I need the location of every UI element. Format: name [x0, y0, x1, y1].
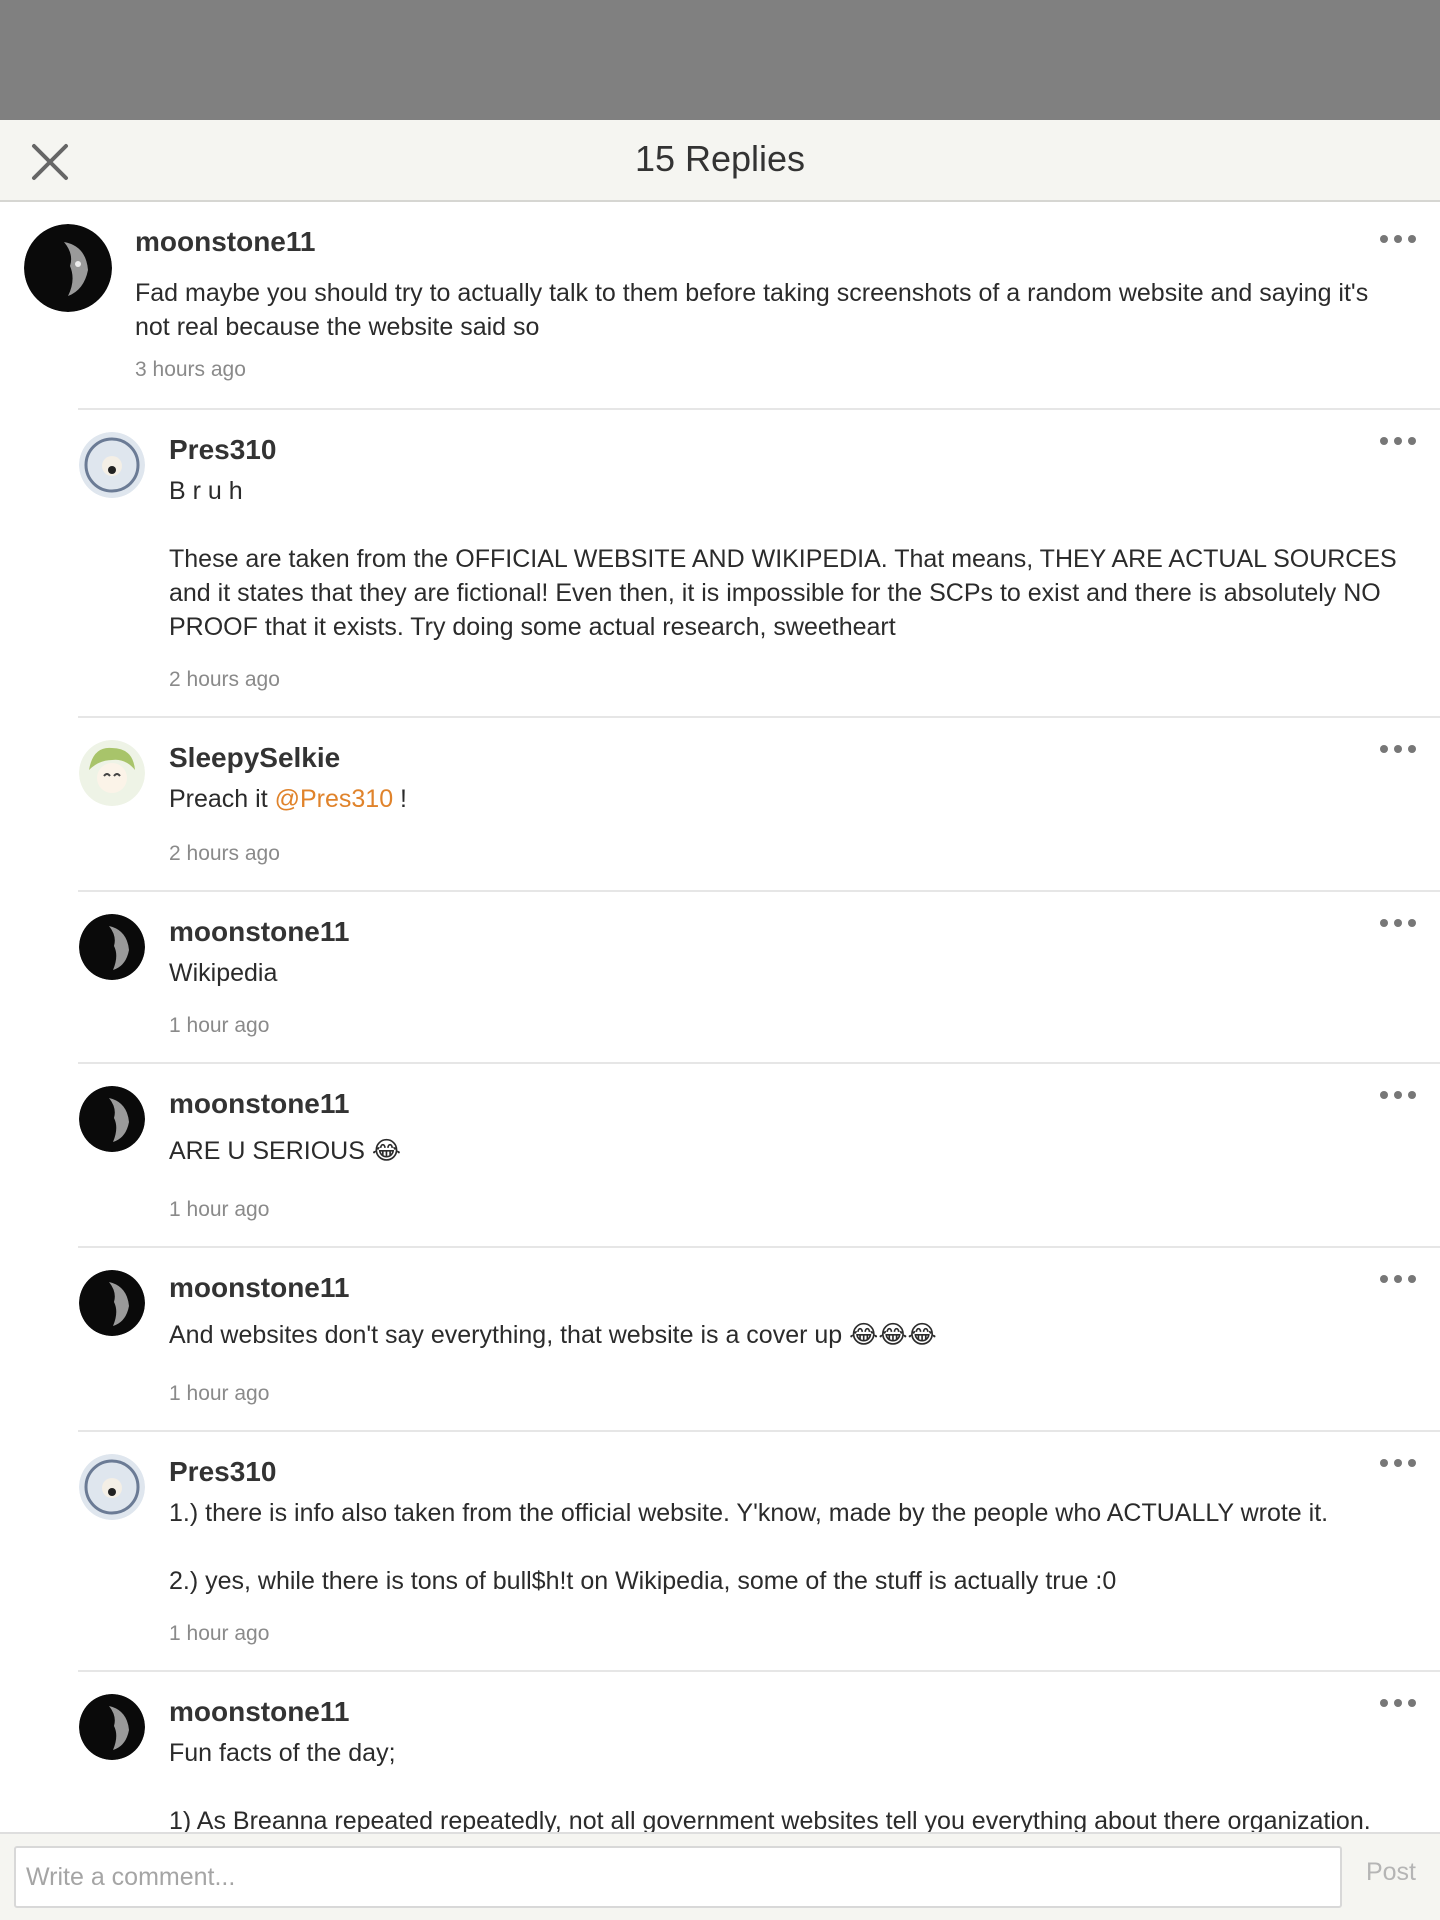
comment-timestamp: 1 hour ago [169, 1382, 270, 1405]
comment-input[interactable] [14, 1846, 1342, 1908]
avatar[interactable] [79, 1694, 145, 1760]
more-options-icon[interactable] [1378, 1696, 1418, 1708]
comment-username[interactable]: moonstone11 [135, 226, 315, 258]
comment-text-part: ! [393, 785, 408, 813]
reply-item: Pres310 B r u h These are taken from the… [0, 410, 1440, 716]
more-options-icon[interactable] [1378, 1088, 1418, 1100]
comment-timestamp: 2 hours ago [169, 668, 280, 691]
replies-header: 15 Replies [0, 120, 1440, 202]
comment-timestamp: 1 hour ago [169, 1622, 270, 1645]
comment-username[interactable]: moonstone11 [169, 916, 349, 948]
comment-paragraph: B r u h [169, 477, 243, 505]
more-options-icon[interactable] [1378, 742, 1418, 754]
reply-item: moonstone11 Wikipedia 1 hour ago [0, 892, 1440, 1062]
comment-username[interactable]: SleepySelkie [169, 742, 340, 774]
reply-item: SleepySelkie Preach it @Pres310 ! 2 hour… [0, 718, 1440, 890]
reply-item: moonstone11 ARE U SERIOUS 😂 1 hour ago [0, 1064, 1440, 1246]
avatar[interactable] [79, 740, 145, 806]
comment-text: Fun facts of the day; 1) As Breanna repe… [169, 1736, 1404, 1832]
comment-timestamp: 2 hours ago [169, 842, 280, 865]
parent-comment: moonstone11 Fad maybe you should try to … [0, 202, 1440, 408]
comment-text: 1.) there is info also taken from the of… [169, 1496, 1404, 1598]
comment-username[interactable]: moonstone11 [169, 1696, 349, 1728]
more-options-icon[interactable] [1378, 1272, 1418, 1284]
more-options-icon[interactable] [1378, 232, 1418, 244]
comment-timestamp: 1 hour ago [169, 1014, 270, 1037]
comment-text-part: Preach it [169, 785, 275, 813]
comment-paragraph: These are taken from the OFFICIAL WEBSIT… [169, 545, 1397, 641]
comment-text: B r u h These are taken from the OFFICIA… [169, 474, 1404, 644]
comment-paragraph: 1) As Breanna repeated repeatedly, not a… [169, 1807, 1371, 1832]
reply-item: moonstone11 Fun facts of the day; 1) As … [0, 1672, 1440, 1832]
comment-username[interactable]: moonstone11 [169, 1088, 349, 1120]
avatar[interactable] [24, 224, 112, 312]
dimmed-background[interactable] [0, 0, 1440, 120]
comment-text: ARE U SERIOUS 😂 [169, 1137, 402, 1165]
comment-username[interactable]: Pres310 [169, 434, 276, 466]
comment-text: Wikipedia [169, 959, 278, 987]
avatar[interactable] [79, 914, 145, 980]
comment-text: Preach it @Pres310 ! [169, 782, 1404, 816]
comment-username[interactable]: Pres310 [169, 1456, 276, 1488]
avatar[interactable] [79, 1086, 145, 1152]
post-button[interactable]: Post [1366, 1858, 1416, 1887]
mention-link[interactable]: @Pres310 [275, 785, 394, 813]
more-options-icon[interactable] [1378, 434, 1418, 446]
more-options-icon[interactable] [1378, 1456, 1418, 1468]
comment-timestamp: 3 hours ago [135, 358, 246, 381]
reply-item: moonstone11 And websites don't say every… [0, 1248, 1440, 1430]
comment-username[interactable]: moonstone11 [169, 1272, 349, 1304]
replies-thread[interactable]: moonstone11 Fad maybe you should try to … [0, 202, 1440, 1832]
more-options-icon[interactable] [1378, 916, 1418, 928]
comment-paragraph: Fun facts of the day; [169, 1739, 396, 1767]
comment-timestamp: 1 hour ago [169, 1198, 270, 1221]
comment-paragraph: 2.) yes, while there is tons of bull$h!t… [169, 1567, 1117, 1595]
comment-paragraph: 1.) there is info also taken from the of… [169, 1499, 1329, 1527]
comment-composer: Post [0, 1832, 1440, 1920]
page-title: 15 Replies [634, 138, 806, 179]
comment-text: Fad maybe you should try to actually tal… [135, 279, 1369, 341]
comment-text: And websites don't say everything, that … [169, 1321, 937, 1349]
reply-item: Pres310 1.) there is info also taken fro… [0, 1432, 1440, 1672]
avatar[interactable] [79, 432, 145, 498]
avatar[interactable] [79, 1454, 145, 1520]
avatar[interactable] [79, 1270, 145, 1336]
